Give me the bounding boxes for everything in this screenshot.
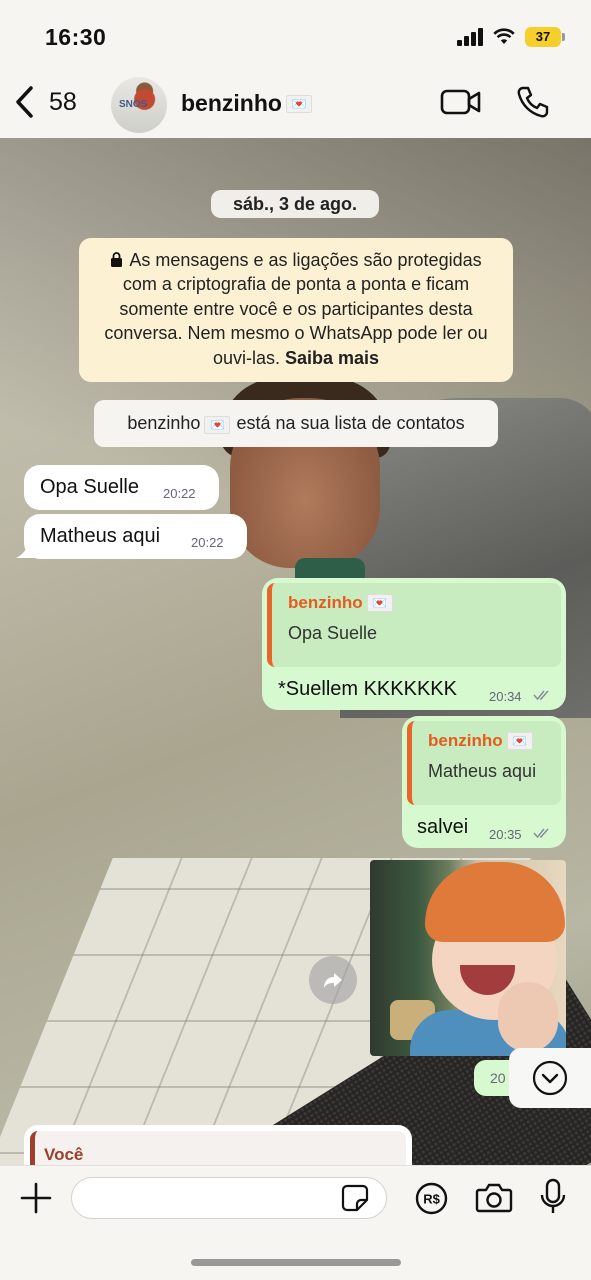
learn-more-link[interactable]: Saiba mais (285, 348, 379, 368)
delivered-ticks-icon (533, 828, 549, 839)
incoming-message[interactable]: Opa Suelle 20:22 (24, 465, 219, 510)
message-text: Matheus aqui (40, 525, 161, 547)
avatar-text: SNOS (119, 99, 148, 110)
home-indicator[interactable] (191, 1259, 401, 1266)
outgoing-message[interactable]: benzinho 💌 Matheus aqui salvei 20:35 (402, 716, 566, 848)
quoted-author: benzinho 💌 (288, 593, 393, 613)
lock-icon (111, 252, 123, 267)
contact-notice-name: benzinho (127, 413, 201, 433)
forward-icon (324, 973, 342, 988)
quoted-message[interactable]: benzinho 💌 Matheus aqui (407, 721, 561, 805)
status-bar: 16:30 37 (0, 0, 591, 70)
quoted-text: Matheus aqui (428, 761, 537, 781)
battery-level: 37 (535, 29, 551, 44)
love-letter-emoji: 💌 (204, 416, 231, 434)
contact-name[interactable]: benzinho 💌 (181, 90, 312, 117)
cellular-signal-icon (457, 28, 483, 46)
quoted-author-name: benzinho (288, 593, 363, 612)
plus-icon[interactable] (18, 1180, 54, 1216)
contact-notice-text: está na sua lista de contatos (236, 413, 465, 433)
wifi-icon (493, 28, 515, 44)
quoted-text: Opa Suelle (288, 623, 378, 643)
battery-icon: 37 (525, 27, 565, 47)
message-time: 20:34 (489, 689, 522, 704)
message-text: salvei (417, 816, 469, 838)
message-text: *Suellem KKKKKKK (278, 678, 457, 700)
contact-notice: benzinho 💌 está na sua lista de contatos (94, 400, 498, 447)
chat-header: 58 SNOS benzinho 💌 (0, 70, 591, 138)
contact-name-text: benzinho (181, 90, 282, 116)
quoted-author-name: benzinho (428, 731, 503, 750)
message-time: 20:22 (191, 535, 224, 550)
date-separator: sáb., 3 de ago. (211, 190, 379, 218)
incoming-message[interactable]: Matheus aqui 20:22 (24, 514, 247, 559)
bubble-tail (16, 540, 34, 558)
microphone-icon[interactable] (539, 1178, 567, 1216)
chevron-left-icon (16, 86, 33, 118)
message-time: 20:35 (489, 827, 522, 842)
message-text: Opa Suelle (40, 476, 139, 498)
forward-button[interactable] (309, 956, 357, 1004)
outgoing-message[interactable]: benzinho 💌 Opa Suelle *Suellem KKKKKKK 20… (262, 578, 566, 710)
video-call-icon[interactable] (440, 84, 482, 120)
love-letter-emoji: 💌 (366, 594, 393, 612)
message-time: 20:22 (163, 486, 196, 501)
quoted-author: benzinho 💌 (428, 731, 533, 751)
love-letter-emoji: 💌 (506, 732, 533, 750)
delivered-ticks-icon (533, 690, 549, 701)
phone-call-icon[interactable] (515, 84, 551, 120)
quoted-author-name: Você (44, 1145, 84, 1164)
status-time: 16:30 (45, 24, 107, 50)
chevron-down-icon (532, 1060, 568, 1096)
encryption-notice[interactable]: As mensagens e as ligações são protegida… (79, 238, 513, 382)
sticker-message[interactable] (370, 860, 566, 1056)
avatar[interactable]: SNOS (111, 77, 167, 133)
back-button[interactable]: 58 (12, 84, 77, 120)
message-input-bar: R$ (0, 1165, 591, 1280)
camera-icon[interactable] (475, 1181, 513, 1214)
unread-count: 58 (49, 87, 77, 116)
chat-area[interactable]: sáb., 3 de ago. As mensagens e as ligaçõ… (0, 138, 591, 1185)
sticker-icon[interactable] (340, 1183, 370, 1213)
payment-icon[interactable]: R$ (415, 1182, 448, 1215)
quoted-message[interactable]: benzinho 💌 Opa Suelle (267, 583, 561, 667)
scroll-to-bottom-button[interactable] (509, 1048, 591, 1108)
svg-text:R$: R$ (423, 1192, 440, 1207)
love-letter-emoji: 💌 (285, 94, 312, 113)
